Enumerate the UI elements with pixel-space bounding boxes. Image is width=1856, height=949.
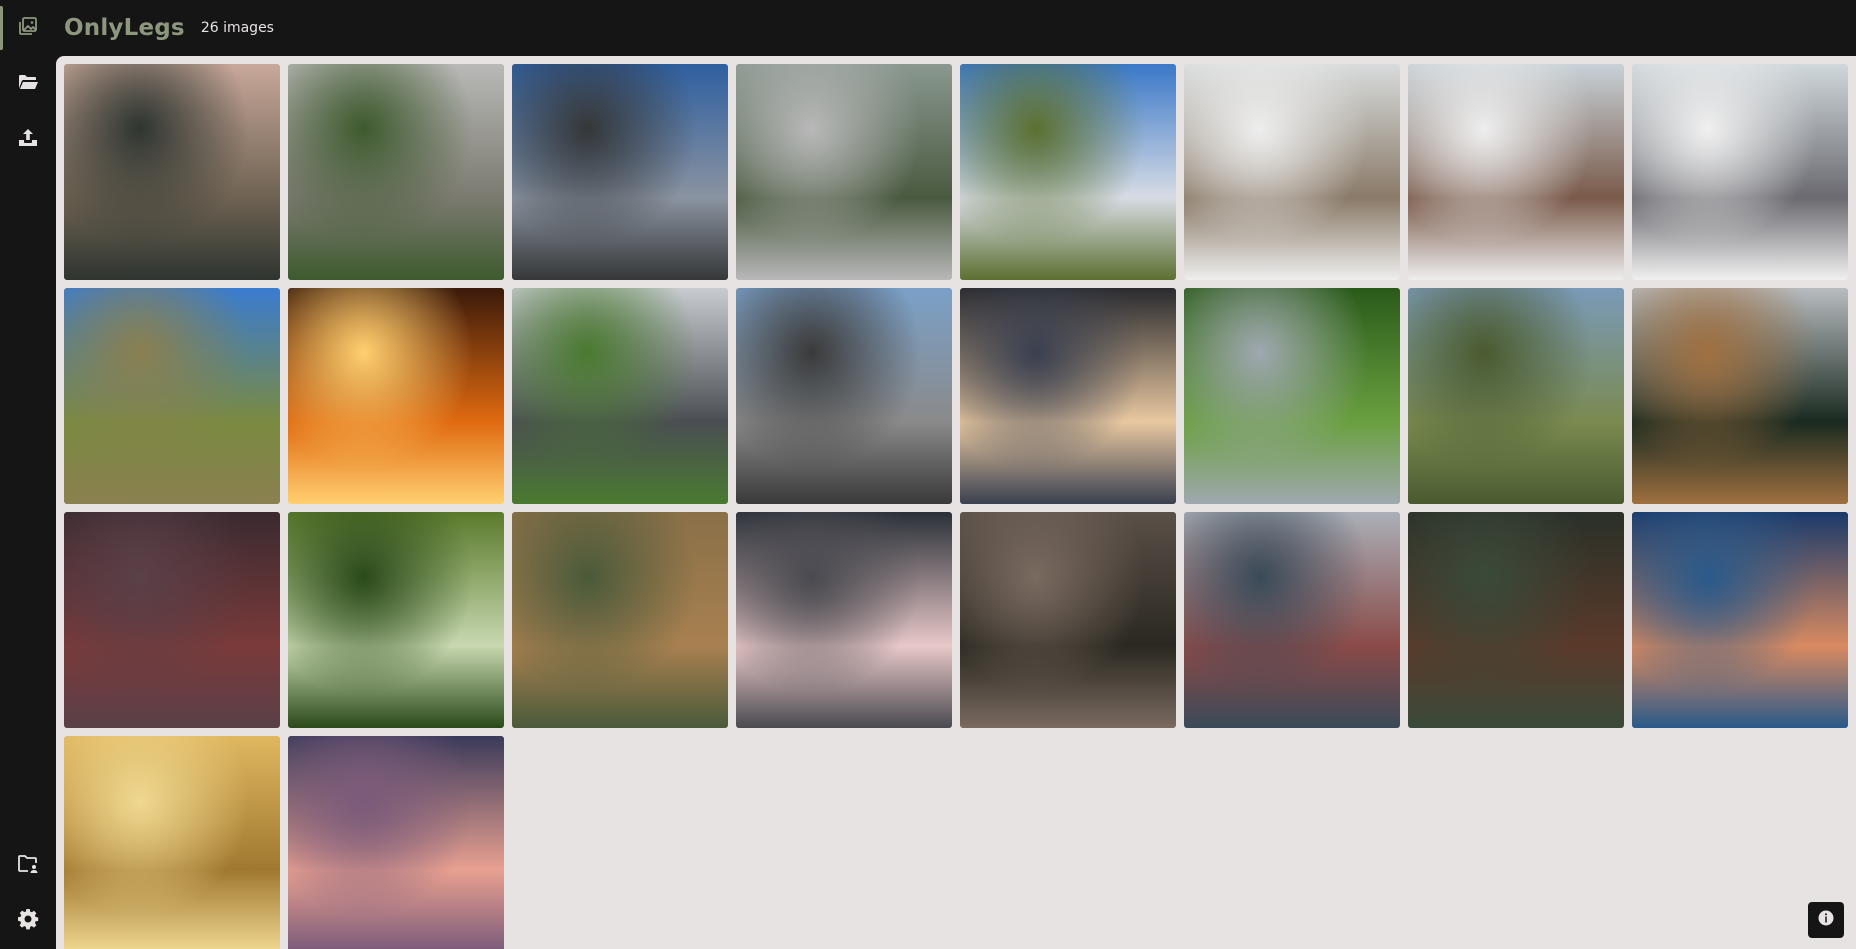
header: OnlyLegs 26 images: [56, 0, 1856, 56]
gallery-image[interactable]: [64, 64, 280, 280]
folder-open-icon: [16, 70, 40, 98]
gallery-image[interactable]: [960, 288, 1176, 504]
gallery-image[interactable]: [960, 512, 1176, 728]
gallery-image[interactable]: [64, 288, 280, 504]
image-count: 26 images: [200, 20, 274, 36]
gallery-image[interactable]: [1632, 512, 1848, 728]
gallery-image[interactable]: [1184, 64, 1400, 280]
gallery-image[interactable]: [736, 288, 952, 504]
gallery-image[interactable]: [1408, 64, 1624, 280]
sidebar-item-home[interactable]: [0, 0, 56, 56]
folder-user-icon: [16, 852, 40, 880]
gallery-image[interactable]: [64, 512, 280, 728]
gallery-image[interactable]: [288, 512, 504, 728]
gallery-image[interactable]: [1184, 288, 1400, 504]
gear-icon: [16, 907, 40, 935]
app-title[interactable]: OnlyLegs: [64, 15, 185, 41]
gallery-image[interactable]: [736, 64, 952, 280]
sidebar-item-settings[interactable]: [0, 893, 56, 949]
gallery-image[interactable]: [512, 288, 728, 504]
sidebar: [0, 0, 56, 949]
gallery-image[interactable]: [1632, 64, 1848, 280]
sidebar-item-upload[interactable]: [0, 112, 56, 168]
image-icon: [16, 14, 40, 42]
gallery-image[interactable]: [960, 64, 1176, 280]
gallery-image[interactable]: [288, 64, 504, 280]
info-icon: [1817, 909, 1835, 931]
gallery-image[interactable]: [512, 512, 728, 728]
gallery-image[interactable]: [1408, 512, 1624, 728]
gallery-image[interactable]: [1408, 288, 1624, 504]
sidebar-item-groups[interactable]: [0, 56, 56, 112]
gallery-image[interactable]: [512, 64, 728, 280]
app: OnlyLegs 26 images: [0, 0, 1856, 949]
gallery-image[interactable]: [288, 736, 504, 949]
info-button[interactable]: [1808, 902, 1844, 938]
gallery-image[interactable]: [736, 512, 952, 728]
upload-tray-icon: [16, 126, 40, 154]
gallery-panel: [56, 56, 1856, 949]
gallery-image[interactable]: [1632, 288, 1848, 504]
sidebar-item-profile[interactable]: [0, 838, 56, 894]
gallery-image[interactable]: [64, 736, 280, 949]
gallery-image[interactable]: [1184, 512, 1400, 728]
gallery-image[interactable]: [288, 288, 504, 504]
